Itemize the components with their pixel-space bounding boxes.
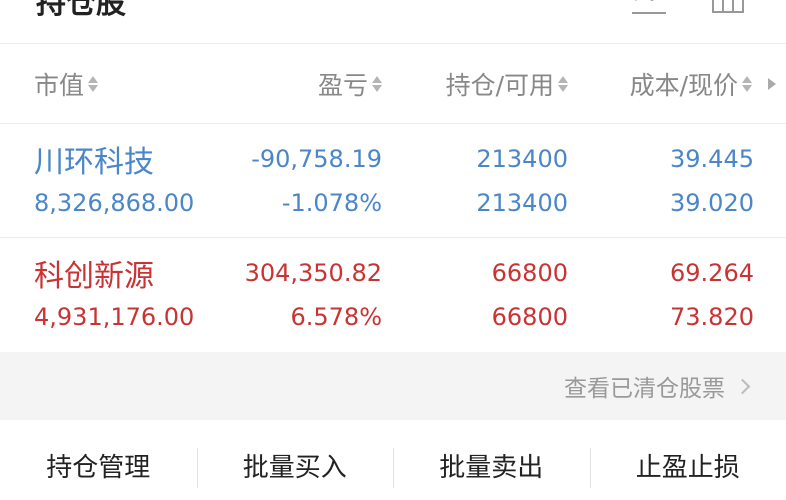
stock-name: 科创新源 xyxy=(34,259,154,294)
batch-sell-button[interactable]: 批量卖出 xyxy=(393,420,590,500)
chevron-right-icon xyxy=(734,378,751,394)
price: 73.820 xyxy=(670,303,754,331)
profit-loss: 304,350.82 xyxy=(244,259,382,287)
cost: 69.264 xyxy=(670,259,754,287)
sort-icon xyxy=(88,76,99,92)
sort-position[interactable]: 持仓/可用 xyxy=(446,66,568,102)
column-label-position: 持仓/可用 xyxy=(445,71,554,100)
column-label-profit-loss: 盈亏 xyxy=(317,71,368,100)
market-value: 8,326,868.00 xyxy=(34,189,195,217)
price: 39.020 xyxy=(670,189,754,217)
profit-loss: -90,758.19 xyxy=(251,145,382,173)
available: 213400 xyxy=(476,189,568,217)
market-value: 4,931,176.00 xyxy=(34,303,195,331)
cost: 39.445 xyxy=(670,145,754,173)
profit-loss-pct: 6.578% xyxy=(290,303,382,331)
stock-name: 川环科技 xyxy=(34,145,154,180)
view-cleared-stocks-link[interactable]: 查看已清仓股票 xyxy=(564,372,751,402)
position: 213400 xyxy=(476,145,568,173)
batch-buy-button[interactable]: 批量买入 xyxy=(196,420,394,500)
scroll-right-icon[interactable] xyxy=(768,78,776,90)
profit-loss-pct: -1.078% xyxy=(281,189,382,217)
sort-icon xyxy=(372,76,382,92)
sort-icon xyxy=(558,76,568,92)
cleared-bar: 查看已清仓股票 xyxy=(0,352,786,420)
grid-icon[interactable] xyxy=(711,0,745,16)
sort-market-value[interactable]: 市值 xyxy=(34,66,99,102)
position-management-button[interactable]: 持仓管理 xyxy=(0,420,197,500)
position: 66800 xyxy=(491,259,568,287)
page-title: 持仓股 xyxy=(36,0,126,21)
sort-icon xyxy=(742,76,752,92)
column-label-cost-price: 成本/现价 xyxy=(629,71,738,100)
take-profit-stop-loss-button[interactable]: 止盈止损 xyxy=(589,420,786,500)
top-bar: 持仓股 xyxy=(0,0,786,44)
cleared-link-label: 查看已清仓股票 xyxy=(564,376,725,402)
chart-icon[interactable] xyxy=(632,0,666,16)
column-header: 市值 盈亏 持仓/可用 成本/现价 xyxy=(0,44,786,124)
available: 66800 xyxy=(491,303,568,331)
sort-profit-loss[interactable]: 盈亏 xyxy=(318,66,382,102)
column-label-market-value: 市值 xyxy=(34,71,85,100)
sort-cost-price[interactable]: 成本/现价 xyxy=(630,66,752,102)
holding-row[interactable]: 川环科技 8,326,868.00 -90,758.19 -1.078% 213… xyxy=(0,124,786,238)
holding-row[interactable]: 科创新源 4,931,176.00 304,350.82 6.578% 6680… xyxy=(0,238,786,352)
action-bar: 持仓管理 批量买入 批量卖出 止盈止损 xyxy=(0,420,786,500)
